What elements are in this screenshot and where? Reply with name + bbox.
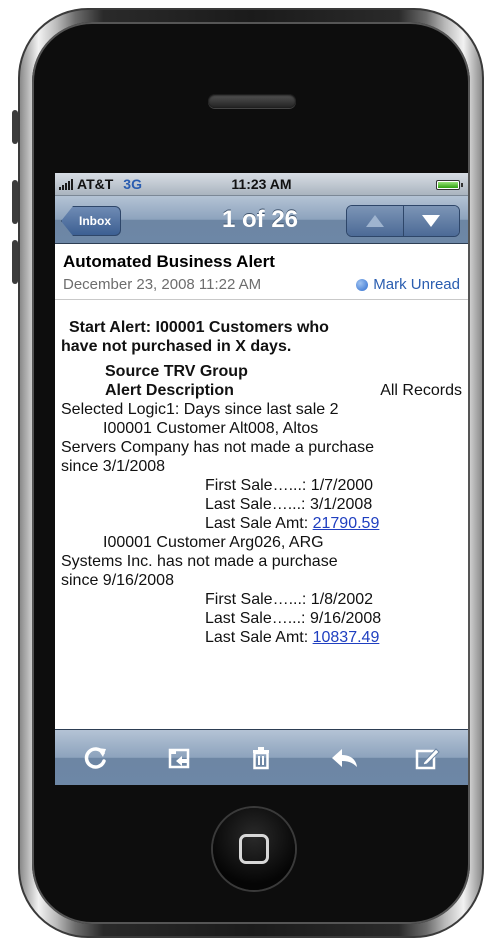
earpiece-speaker xyxy=(208,94,296,108)
body-line: Alert Description xyxy=(105,382,234,399)
reply-icon xyxy=(332,748,358,767)
screen: AT&T 3G 11:23 AM Inbox 1 of 26 Automated… xyxy=(55,173,468,785)
last-sale-amount-label: Last Sale Amt: xyxy=(205,629,313,646)
body-line: Start Alert: I00001 Customers who xyxy=(69,319,329,336)
mark-unread-button[interactable]: Mark Unread xyxy=(356,276,460,293)
unread-dot-icon xyxy=(356,278,369,291)
previous-message-button[interactable] xyxy=(347,206,404,236)
next-message-button[interactable] xyxy=(403,206,459,236)
down-arrow-icon xyxy=(422,215,441,227)
customer-line: since 3/1/2008 xyxy=(61,458,166,475)
volume-down-button xyxy=(12,240,18,284)
mark-unread-label: Mark Unread xyxy=(373,276,460,293)
navigation-bar: Inbox 1 of 26 xyxy=(55,196,468,244)
battery-icon xyxy=(436,180,463,190)
move-to-folder-button[interactable] xyxy=(159,738,199,778)
customer-line: Systems Inc. has not made a purchase xyxy=(61,553,338,570)
reply-button[interactable] xyxy=(324,738,364,778)
message-counter: 1 of 26 xyxy=(221,206,299,233)
home-square-icon xyxy=(239,834,269,864)
refresh-icon xyxy=(85,746,107,769)
message-subject: Automated Business Alert xyxy=(63,252,275,271)
status-bar: AT&T 3G 11:23 AM xyxy=(55,173,468,196)
message-header: Automated Business Alert December 23, 20… xyxy=(55,244,468,300)
amount-link[interactable]: 21790.59 xyxy=(313,515,380,532)
customer-line: Servers Company has not made a purchase xyxy=(61,439,375,456)
customer-line: I00001 Customer Alt008, Altos xyxy=(103,420,319,437)
bottom-toolbar xyxy=(55,729,468,785)
customer-line: since 9/16/2008 xyxy=(61,572,174,589)
up-arrow-icon xyxy=(365,215,384,227)
volume-up-button xyxy=(12,180,18,224)
compose-icon xyxy=(415,747,440,769)
last-sale-amount-row: Last Sale Amt: 10837.49 xyxy=(61,628,462,647)
first-sale: First Sale…...: 1/7/2000 xyxy=(205,477,374,494)
clock: 11:23 AM xyxy=(231,176,292,192)
folder-icon xyxy=(168,748,190,768)
last-sale-amount-row: Last Sale Amt: 21790.59 xyxy=(61,514,462,533)
message-date: December 23, 2008 11:22 AM xyxy=(63,276,262,293)
body-line: Source TRV Group xyxy=(105,363,248,380)
body-line: All Records xyxy=(380,382,462,399)
last-sale-amount-label: Last Sale Amt: xyxy=(205,515,313,532)
body-line: Selected Logic1: Days since last sale 2 xyxy=(61,401,339,418)
trash-icon xyxy=(253,746,270,769)
mute-switch xyxy=(12,110,18,144)
refresh-button[interactable] xyxy=(76,738,116,778)
message-nav-segment xyxy=(346,205,460,237)
first-sale: First Sale…...: 1/8/2002 xyxy=(205,591,374,608)
home-button[interactable] xyxy=(213,808,295,890)
body-line: have not purchased in X days. xyxy=(61,338,292,355)
last-sale: Last Sale…...: 3/1/2008 xyxy=(205,496,373,513)
message-body: Start Alert: I00001 Customers who have n… xyxy=(55,300,468,647)
inbox-back-button[interactable]: Inbox xyxy=(61,206,121,236)
delete-button[interactable] xyxy=(241,738,281,778)
amount-link[interactable]: 10837.49 xyxy=(313,629,380,646)
last-sale: Last Sale…...: 9/16/2008 xyxy=(205,610,382,627)
customer-line: I00001 Customer Arg026, ARG xyxy=(103,534,324,551)
compose-button[interactable] xyxy=(407,738,447,778)
